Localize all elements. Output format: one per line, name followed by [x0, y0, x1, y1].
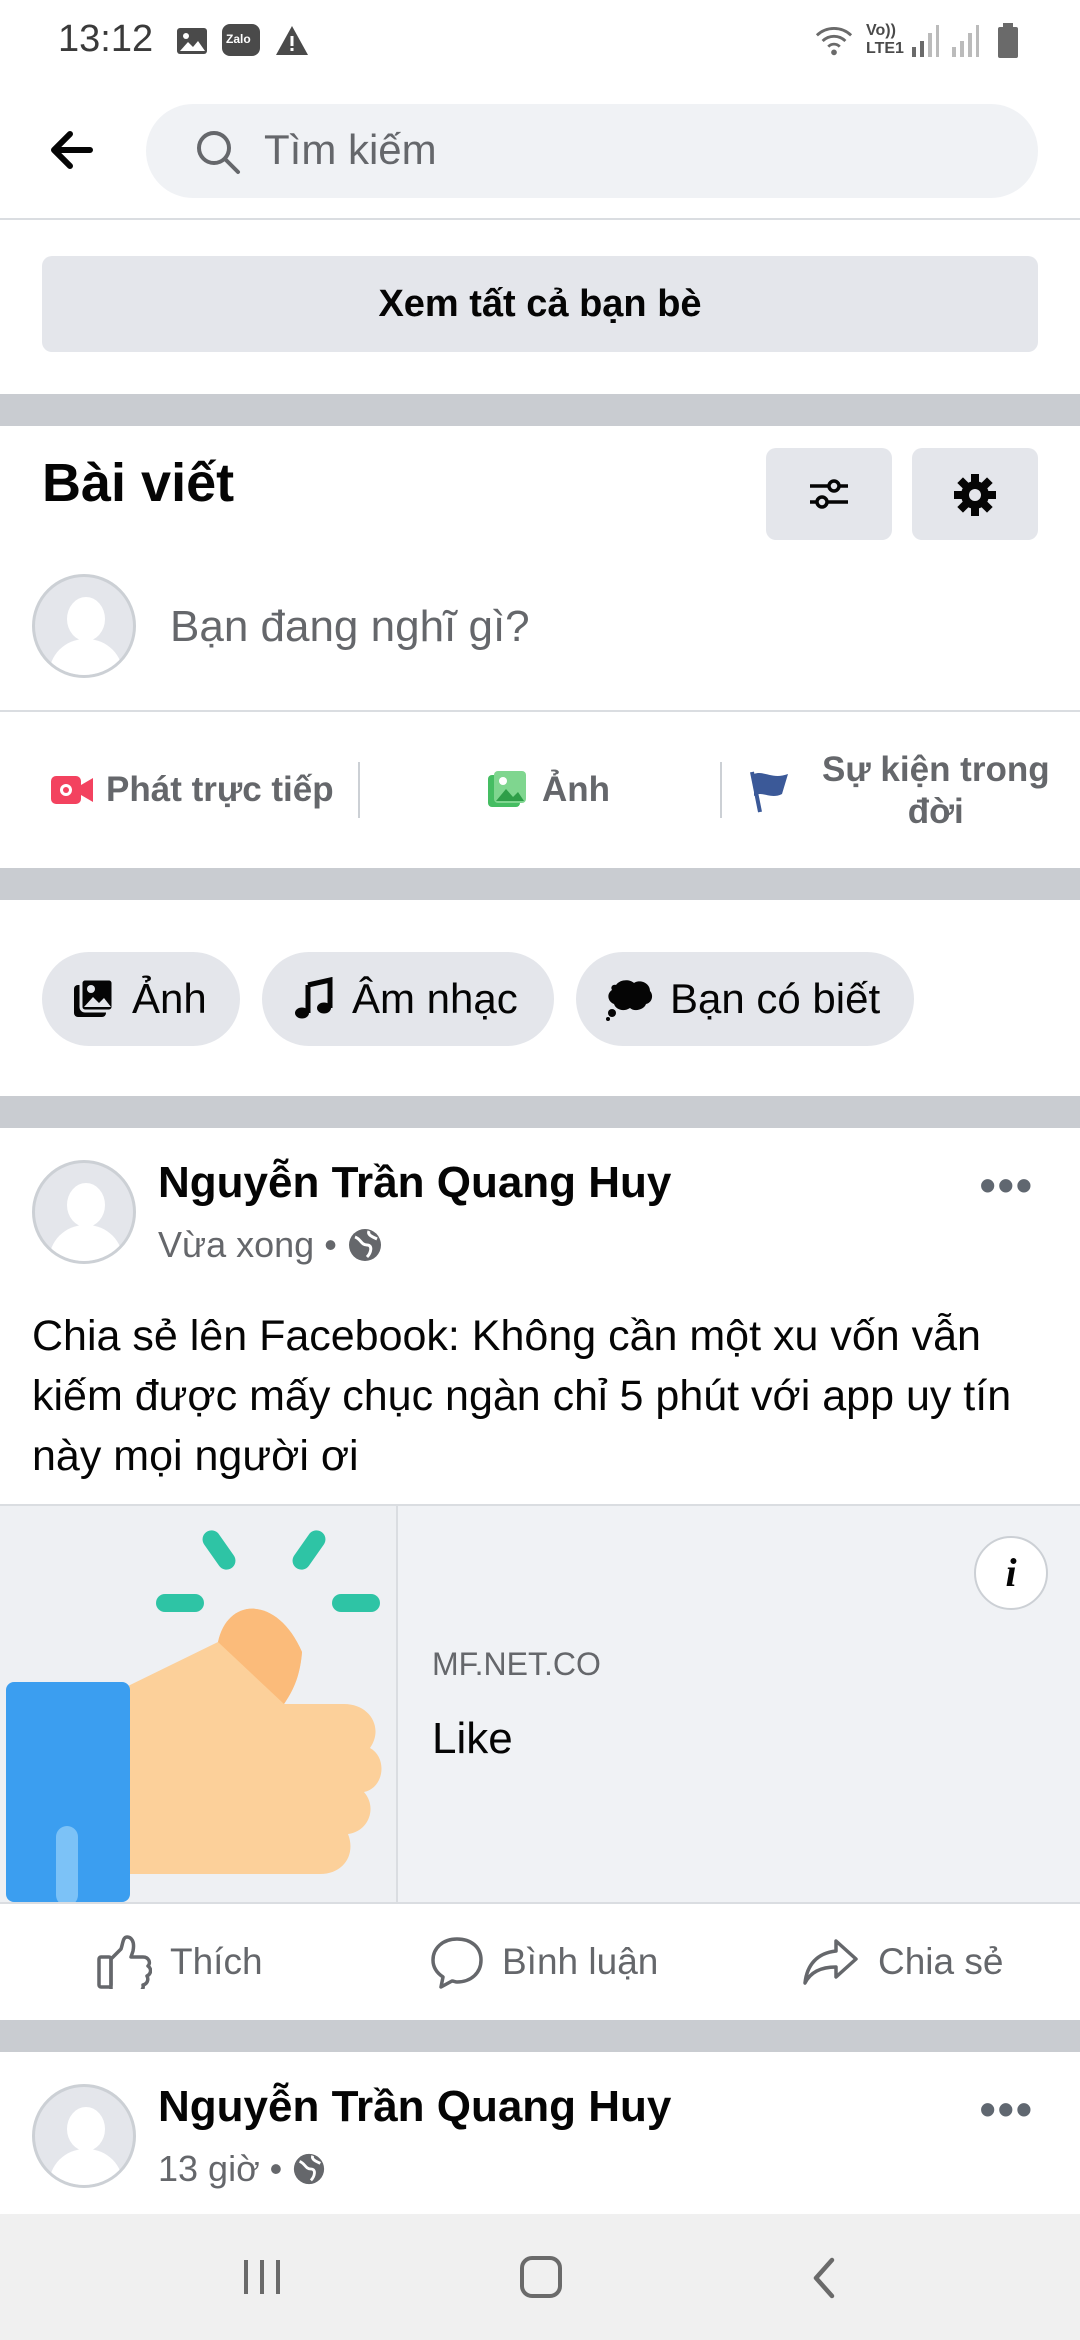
post-meta: 13 giờ •: [158, 2148, 326, 2190]
posts-section-title: Bài viết: [42, 453, 235, 513]
post-more-button[interactable]: •••: [980, 2082, 1034, 2136]
comment-button[interactable]: Bình luận: [430, 1920, 658, 2004]
search-icon: [197, 131, 240, 174]
chip-music[interactable]: Âm nhạc: [262, 952, 554, 1046]
ad-info-button[interactable]: i: [974, 1536, 1048, 1610]
link-domain: MF.NET.CO: [432, 1646, 601, 1682]
avatar[interactable]: [32, 2084, 136, 2188]
filter-button[interactable]: [766, 448, 892, 540]
section-divider: [0, 2020, 1080, 2052]
wifi-icon: [815, 27, 853, 56]
link-preview[interactable]: MF.NET.CO Like i: [0, 1504, 1080, 1904]
status-bar: 13:12 Zalo Vo)) LTE1: [0, 0, 1080, 84]
post-time[interactable]: Vừa xong: [158, 1224, 314, 1266]
top-header: Tìm kiếm: [0, 84, 1080, 220]
section-divider: [0, 1096, 1080, 1128]
link-thumbnail: [0, 1506, 398, 1902]
share-icon: [803, 1939, 858, 1985]
live-video-icon: [51, 776, 93, 804]
post-more-button[interactable]: •••: [980, 1158, 1034, 1212]
comment-label: Bình luận: [502, 1941, 659, 1982]
sliders-icon: [810, 479, 848, 509]
share-button[interactable]: Chia sẻ: [802, 1920, 1003, 2004]
composer-input[interactable]: Bạn đang nghĩ gì?: [170, 602, 530, 652]
globe-icon: [294, 2153, 325, 2185]
search-placeholder: Tìm kiếm: [264, 126, 437, 173]
section-divider: [0, 868, 1080, 900]
search-input[interactable]: Tìm kiếm: [146, 104, 1038, 198]
settings-button[interactable]: [912, 448, 1038, 540]
flag-icon: [750, 771, 788, 813]
system-nav-bar: [0, 2214, 1080, 2340]
meta-dot: •: [269, 2148, 283, 2189]
photo-icon: [488, 771, 526, 807]
zalo-icon: Zalo: [222, 24, 260, 56]
avatar[interactable]: [32, 1160, 136, 1264]
photo-icon: [74, 977, 115, 1017]
post-author[interactable]: Nguyễn Trần Quang Huy: [158, 2082, 671, 2132]
like-button[interactable]: Thích: [96, 1920, 263, 2004]
section-divider: [0, 394, 1080, 426]
home-icon[interactable]: [518, 2254, 564, 2300]
post-time[interactable]: 13 giờ: [158, 2148, 260, 2190]
signal-icon: [912, 25, 939, 57]
globe-icon: [348, 1229, 381, 1261]
battery-icon: [998, 23, 1018, 58]
life-event-label-line2: đời: [907, 792, 964, 831]
see-all-friends-button[interactable]: Xem tất cả bạn bè: [42, 256, 1038, 352]
photo-label: Ảnh: [542, 770, 611, 809]
signal-icon: [952, 25, 979, 57]
divider: [0, 710, 1080, 712]
gear-icon: [954, 474, 996, 516]
avatar[interactable]: [32, 574, 136, 678]
live-video-label: Phát trực tiếp: [106, 770, 334, 809]
thumbs-up-icon: [6, 1530, 382, 1902]
divider: [358, 762, 360, 818]
arrow-left-icon[interactable]: [40, 120, 110, 180]
divider: [720, 762, 722, 818]
life-event-button[interactable]: Sự kiện trong đời: [746, 746, 1050, 836]
post-author[interactable]: Nguyễn Trần Quang Huy: [158, 1158, 671, 1208]
post-meta: Vừa xong •: [158, 1224, 383, 1266]
meta-dot: •: [324, 1224, 337, 1265]
life-event-label-line1: Sự kiện trong: [822, 750, 1050, 789]
thumbs-up-outline-icon: [97, 1935, 152, 1989]
gallery-icon: [177, 28, 207, 54]
like-label: Thích: [170, 1941, 263, 1982]
live-video-button[interactable]: Phát trực tiếp: [50, 748, 334, 832]
recent-apps-icon[interactable]: [240, 2256, 284, 2298]
post-text: Chia sẻ lên Facebook: Không cần một xu v…: [32, 1312, 1012, 1480]
link-title: Like: [432, 1714, 513, 1763]
status-time: 13:12: [58, 18, 154, 60]
warning-icon: [276, 26, 308, 55]
network-label: Vo)) LTE1: [866, 22, 904, 57]
chip-photo[interactable]: Ảnh: [42, 952, 240, 1046]
speech-bubble-icon: [606, 980, 653, 1021]
share-label: Chia sẻ: [878, 1941, 1004, 1982]
comment-icon: [431, 1937, 483, 1989]
chip-did-you-know[interactable]: Bạn có biết: [576, 952, 914, 1046]
back-icon[interactable]: [806, 2254, 842, 2302]
photo-button[interactable]: Ảnh: [486, 748, 610, 832]
music-note-icon: [295, 977, 333, 1019]
